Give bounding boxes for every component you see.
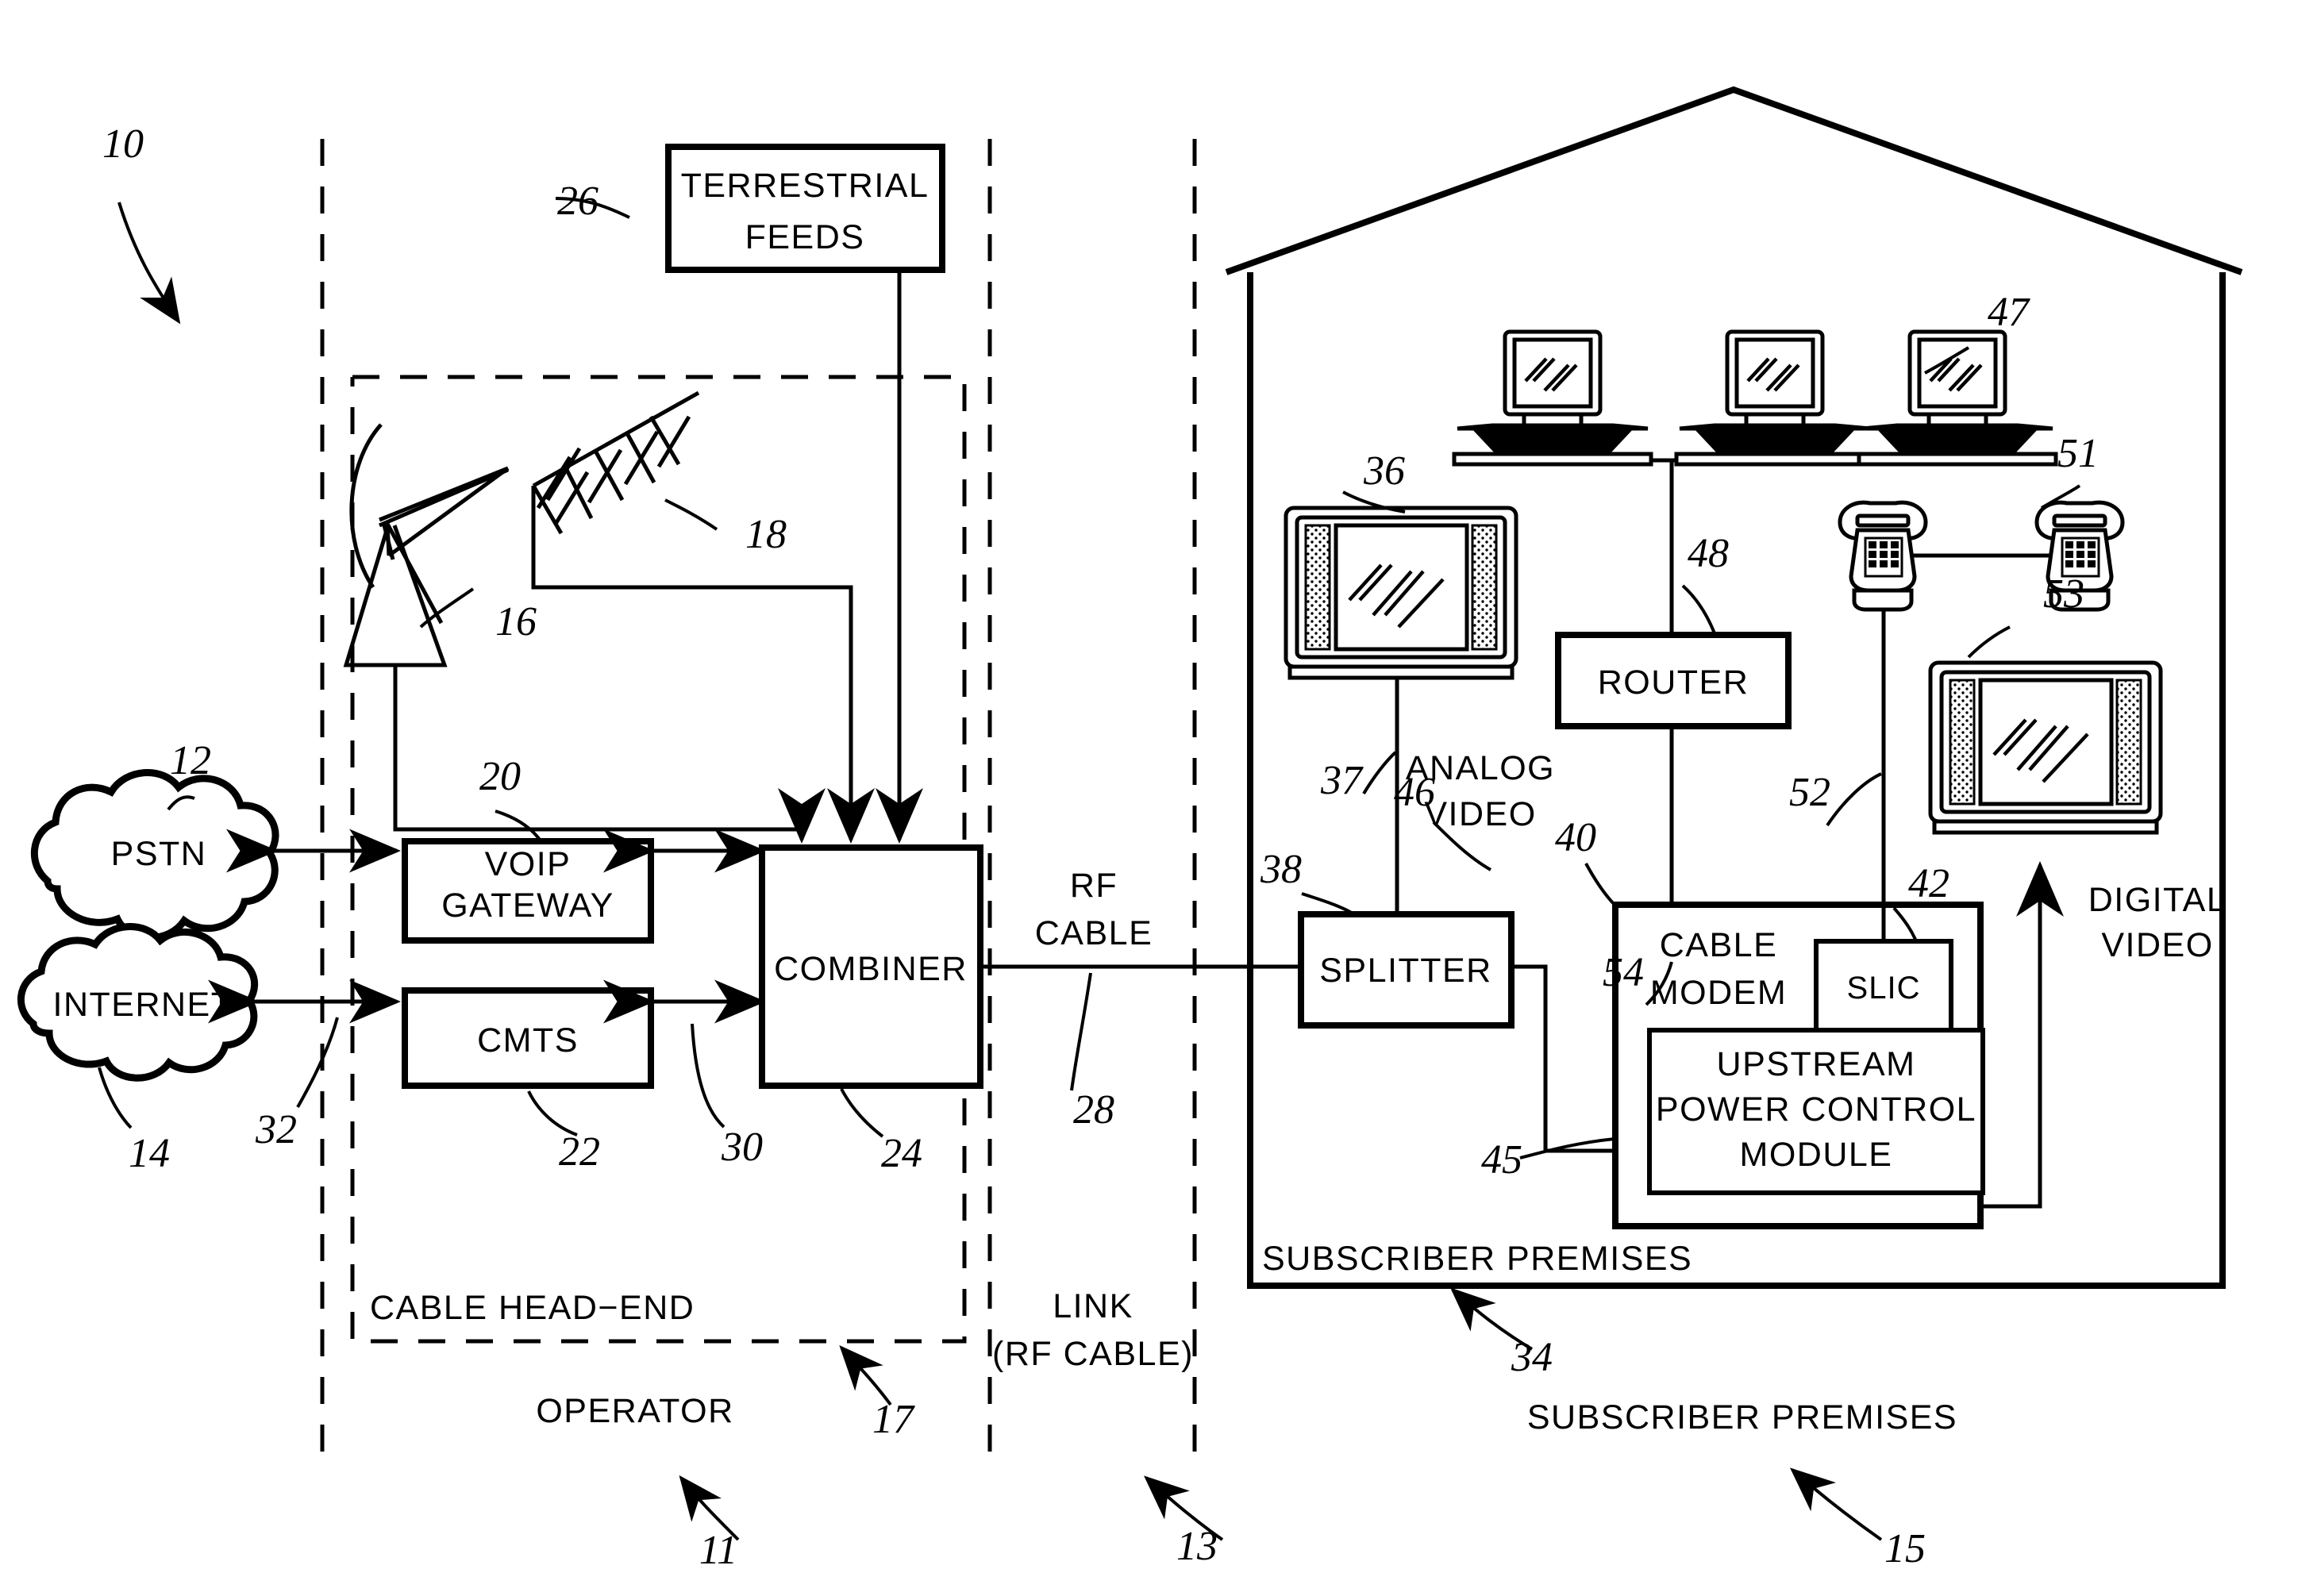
ref-30: 30 — [721, 1125, 763, 1170]
ref-28: 28 — [1073, 1087, 1114, 1133]
analog-video-label-2: VIDEO — [1424, 795, 1536, 833]
ref-20: 20 — [479, 754, 521, 799]
router-label: ROUTER — [1598, 663, 1749, 702]
ref-13: 13 — [1176, 1524, 1218, 1569]
ref-47: 47 — [1988, 290, 2030, 335]
operator-label: OPERATOR — [536, 1392, 733, 1430]
ref-34: 34 — [1511, 1335, 1553, 1380]
cable-modem-label-2: MODEM — [1650, 974, 1787, 1012]
cable-modem-label-1: CABLE — [1660, 926, 1778, 964]
internet-label: INTERNET — [53, 986, 233, 1024]
terrestrial-label-1: TERRESTRIAL — [681, 167, 929, 205]
combiner-label: COMBINER — [774, 950, 968, 988]
terrestrial-label-2: FEEDS — [745, 218, 865, 256]
rf-cable-label-1: RF — [1070, 867, 1118, 905]
link-label-1: LINK — [1053, 1287, 1133, 1325]
feed-to-combiner — [778, 788, 875, 844]
ref-52: 52 — [1789, 770, 1830, 815]
ref-18: 18 — [745, 512, 787, 557]
text-labels: PSTN INTERNET VOIP GATEWAY CMTS COMBINER… — [53, 167, 2227, 1436]
ref-37: 37 — [1320, 758, 1364, 803]
ref-42: 42 — [1908, 861, 1949, 906]
link-label-2: (RF CABLE) — [992, 1335, 1194, 1373]
ref-36: 36 — [1363, 448, 1405, 494]
laptop-2 — [1674, 329, 1876, 467]
voip-label-1: VOIP — [485, 845, 572, 883]
ref-46: 46 — [1394, 770, 1435, 815]
cable-head-end-label: CABLE HEAD−END — [370, 1289, 695, 1327]
cmts-label: CMTS — [477, 1021, 579, 1060]
ref-17: 17 — [872, 1397, 915, 1442]
ref-32: 32 — [255, 1107, 297, 1152]
ref-45: 45 — [1481, 1137, 1522, 1183]
ref-48: 48 — [1688, 531, 1729, 576]
laptop-3 — [1857, 329, 2058, 467]
digital-video-label-1: DIGITAL — [2088, 881, 2227, 919]
digital-video-label-2: VIDEO — [2101, 926, 2213, 964]
ref-51: 51 — [2057, 431, 2099, 476]
ref-14: 14 — [129, 1131, 170, 1176]
patent-figure: PSTN INTERNET VOIP GATEWAY CMTS COMBINER… — [0, 0, 2317, 1596]
subscriber-premises-inside-label: SUBSCRIBER PREMISES — [1262, 1240, 1692, 1278]
rf-cable-label-2: CABLE — [1035, 914, 1153, 952]
ref-24: 24 — [881, 1131, 922, 1176]
zone-divider-lines — [320, 139, 1197, 1452]
phone-1 — [1838, 500, 1928, 612]
voip-label-2: GATEWAY — [441, 886, 614, 925]
ref-38: 38 — [1260, 847, 1302, 892]
digital-tv — [1928, 660, 2163, 835]
yagi-antenna — [531, 390, 853, 833]
splitter-label: SPLITTER — [1319, 952, 1492, 990]
pstn-label: PSTN — [111, 835, 207, 873]
ref-11: 11 — [699, 1528, 737, 1573]
ref-15: 15 — [1884, 1526, 1926, 1571]
system-callout-arrow — [117, 202, 181, 325]
splitter-box — [1298, 665, 1615, 1153]
ref-54: 54 — [1603, 950, 1644, 995]
subscriber-premises-outside-label: SUBSCRIBER PREMISES — [1527, 1398, 1957, 1436]
ref-16: 16 — [495, 599, 537, 644]
upstream-label-2: POWER CONTROL — [1656, 1090, 1976, 1129]
ref-26: 26 — [557, 179, 598, 224]
analog-tv — [1284, 506, 1518, 680]
ref-12: 12 — [170, 738, 211, 783]
upstream-label-1: UPSTREAM — [1717, 1045, 1916, 1083]
digital-video-line — [1980, 861, 2064, 1209]
upstream-label-3: MODULE — [1740, 1136, 1893, 1174]
slic-label: SLIC — [1847, 971, 1921, 1006]
ref-40: 40 — [1555, 815, 1596, 860]
ref-10: 10 — [102, 121, 144, 167]
ref-22: 22 — [559, 1129, 600, 1175]
ref-53: 53 — [2043, 571, 2084, 617]
laptop-1 — [1452, 329, 1653, 467]
